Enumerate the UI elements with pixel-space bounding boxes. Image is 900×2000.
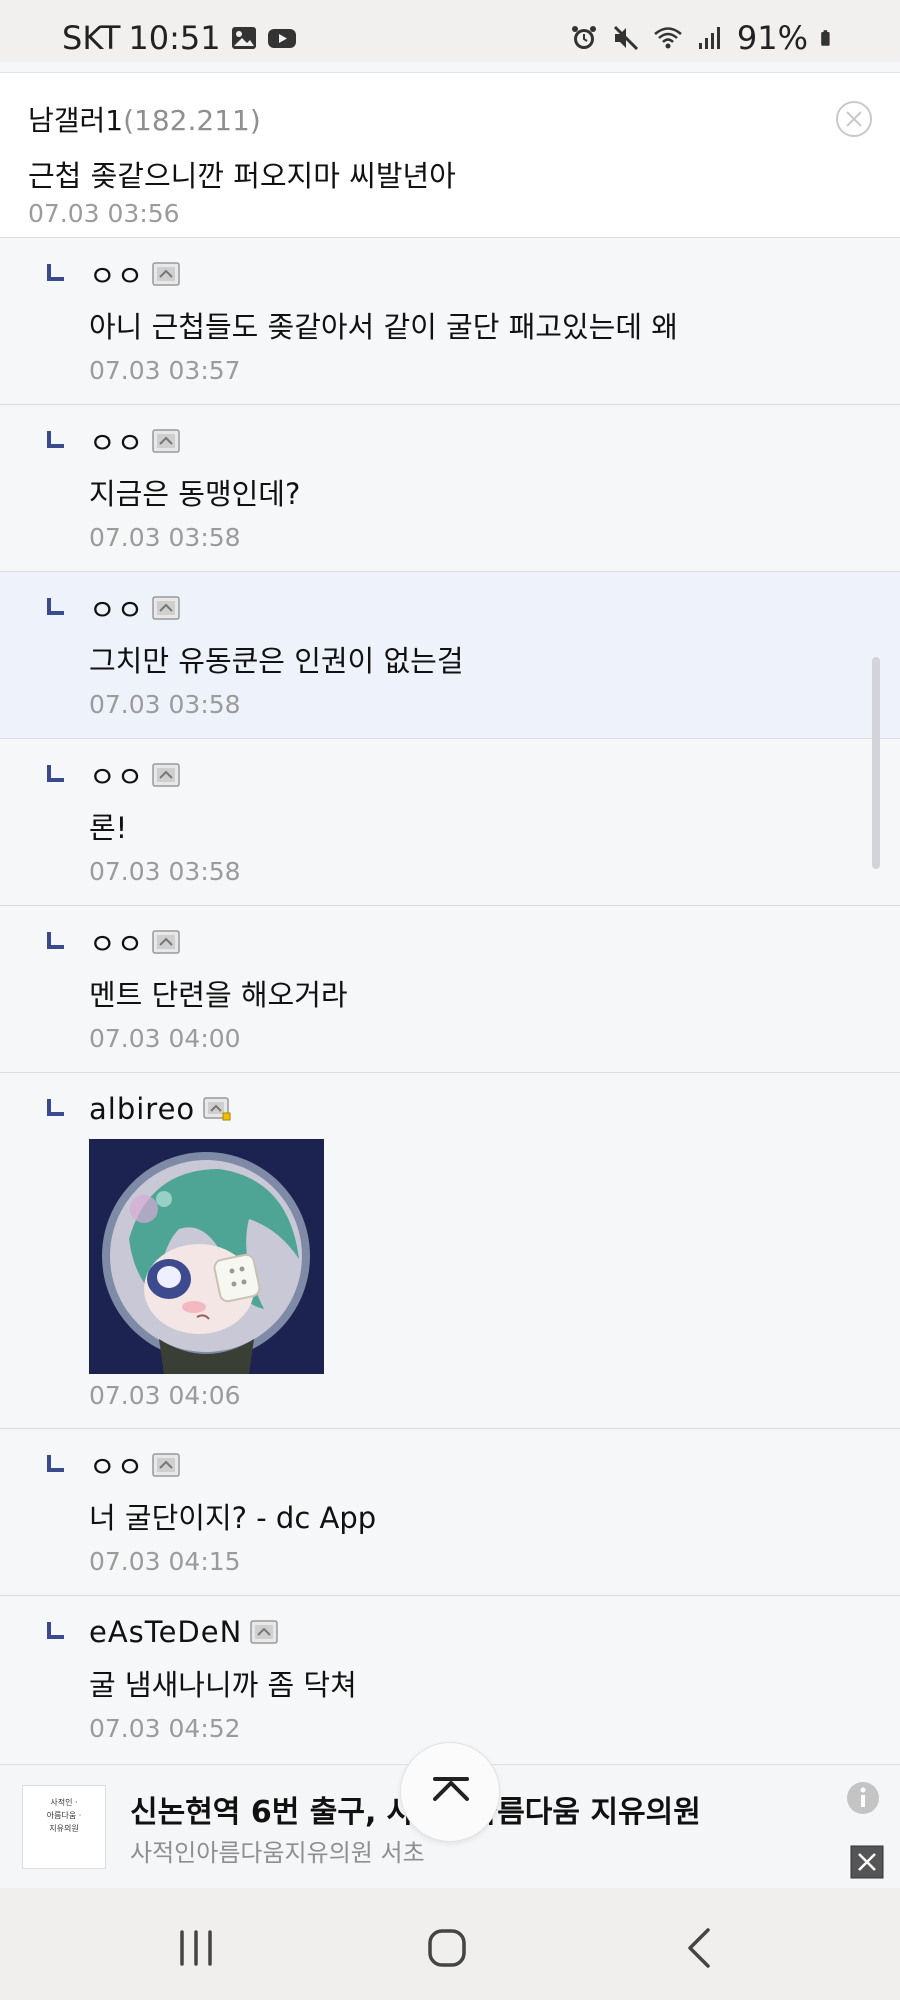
wifi-icon [654,27,682,49]
parent-comment: 남갤러1(182.211) 근첩 좆같으니깐 퍼오지마 씨발년아 07.03 0… [0,72,900,238]
gallog-icon[interactable] [152,1453,181,1477]
chevron-up-icon [433,1777,469,1801]
reply-arrow-icon [47,431,64,448]
reply-author[interactable]: albireo [89,1092,195,1126]
reply-author[interactable]: ㅇㅇ [89,1444,144,1486]
dccon-image[interactable] [89,1139,324,1374]
reply-arrow-icon [47,1622,64,1639]
ad-subtitle[interactable]: 사적인아름다움지유의원 서초 [130,1833,425,1868]
reply-author[interactable]: ㅇㅇ [89,587,144,629]
recent-apps-icon[interactable] [166,1918,226,1978]
reply-date: 07.03 03:57 [89,356,241,385]
reply-body: 그치만 유동쿤은 인권이 없는걸 [89,644,464,678]
reply-item-highlighted: ㅇㅇ 그치만 유동쿤은 인권이 없는걸 07.03 03:58 [0,572,900,739]
carrier-label: SKT [62,19,121,57]
youtube-icon [267,29,296,48]
gallog-icon[interactable] [152,930,181,954]
gallog-icon[interactable] [152,763,181,787]
comment-author[interactable]: 남갤러1(182.211) [28,99,261,139]
ad-close-icon[interactable] [850,1845,884,1879]
gallery-icon [231,27,256,49]
reply-body: 론! [89,811,128,845]
signal-icon [698,27,720,49]
reply-date: 07.03 03:58 [89,857,241,886]
info-icon[interactable] [846,1781,880,1815]
gallog-fixed-nick-icon[interactable] [203,1097,231,1121]
reply-author[interactable]: ㅇㅇ [89,253,144,295]
reply-item: ㅇㅇ 지금은 동맹인데? 07.03 03:58 [0,405,900,572]
battery-icon [821,30,830,46]
reply-item: ㅇㅇ 론! 07.03 03:58 [0,739,900,906]
reply-arrow-icon [47,264,64,281]
reply-arrow-icon [47,932,64,949]
reply-date: 07.03 03:58 [89,690,241,719]
alarm-icon [571,26,596,49]
reply-author[interactable]: ㅇㅇ [89,420,144,462]
reply-author[interactable]: eAsTeDeN [89,1615,242,1649]
system-navigation-bar [0,1888,900,2000]
reply-author[interactable]: ㅇㅇ [89,754,144,796]
back-icon[interactable] [670,1918,730,1978]
reply-body: 아니 근첩들도 좆같아서 같이 굴단 패고있는데 왜 [89,310,678,344]
gallog-icon[interactable] [152,429,181,453]
reply-item: ㅇㅇ 멘트 단련을 해오거라 07.03 04:00 [0,906,900,1073]
reply-body: 굴 냄새나니까 좀 닥쳐 [89,1668,357,1702]
reply-body: 지금은 동맹인데? [89,477,301,511]
ad-logo-line: 지유의원 [49,1824,79,1833]
comment-date: 07.03 03:56 [28,199,180,228]
reply-item: ㅇㅇ 너 굴단이지? - dc App 07.03 04:15 [0,1429,900,1596]
scrollbar-thumb[interactable] [872,657,880,869]
author-nickname: 남갤러1 [28,104,124,137]
reply-arrow-icon [47,1455,64,1472]
reply-date: 07.03 03:58 [89,523,241,552]
close-icon[interactable] [834,99,874,139]
reply-author[interactable]: ㅇㅇ [89,921,144,963]
chibi-character-image [89,1139,324,1374]
reply-date: 07.03 04:06 [89,1381,241,1410]
mute-icon [613,25,638,51]
gallog-icon[interactable] [250,1620,279,1644]
ad-logo-line: 아름다움 · [46,1811,82,1820]
reply-body: 너 굴단이지? - dc App [89,1501,377,1535]
scroll-to-top-button[interactable] [400,1742,500,1842]
reply-item: ㅇㅇ 아니 근첩들도 좆같아서 같이 굴단 패고있는데 왜 07.03 03:5… [0,238,900,405]
comment-body: 근첩 좆같으니깐 퍼오지마 씨발년아 [28,159,456,193]
reply-item: eAsTeDeN 굴 냄새나니까 좀 닥쳐 07.03 04:52 [0,1596,900,1764]
reply-date: 07.03 04:15 [89,1547,241,1576]
reply-body: 멘트 단련을 해오거라 [89,978,348,1012]
ad-logo-line: 사적인 · [50,1798,78,1807]
battery-percent: 91% [736,19,808,57]
reply-item: albireo 07.03 04:06 [0,1073,900,1429]
home-icon[interactable] [417,1918,477,1978]
ad-logo[interactable]: 사적인 · 아름다움 · 지유의원 [22,1785,106,1869]
status-bar: SKT 10:51 91% [0,0,900,62]
reply-arrow-icon [47,1099,64,1116]
gallog-icon[interactable] [152,596,181,620]
reply-date: 07.03 04:52 [89,1714,241,1743]
comment-thread[interactable]: 남갤러1(182.211) 근첩 좆같으니깐 퍼오지마 씨발년아 07.03 0… [0,62,900,1764]
reply-arrow-icon [47,598,64,615]
gallog-icon[interactable] [152,262,181,286]
clock: 10:51 [128,19,221,57]
author-ip: (182.211) [123,104,261,137]
reply-date: 07.03 04:00 [89,1024,241,1053]
reply-arrow-icon [47,765,64,782]
